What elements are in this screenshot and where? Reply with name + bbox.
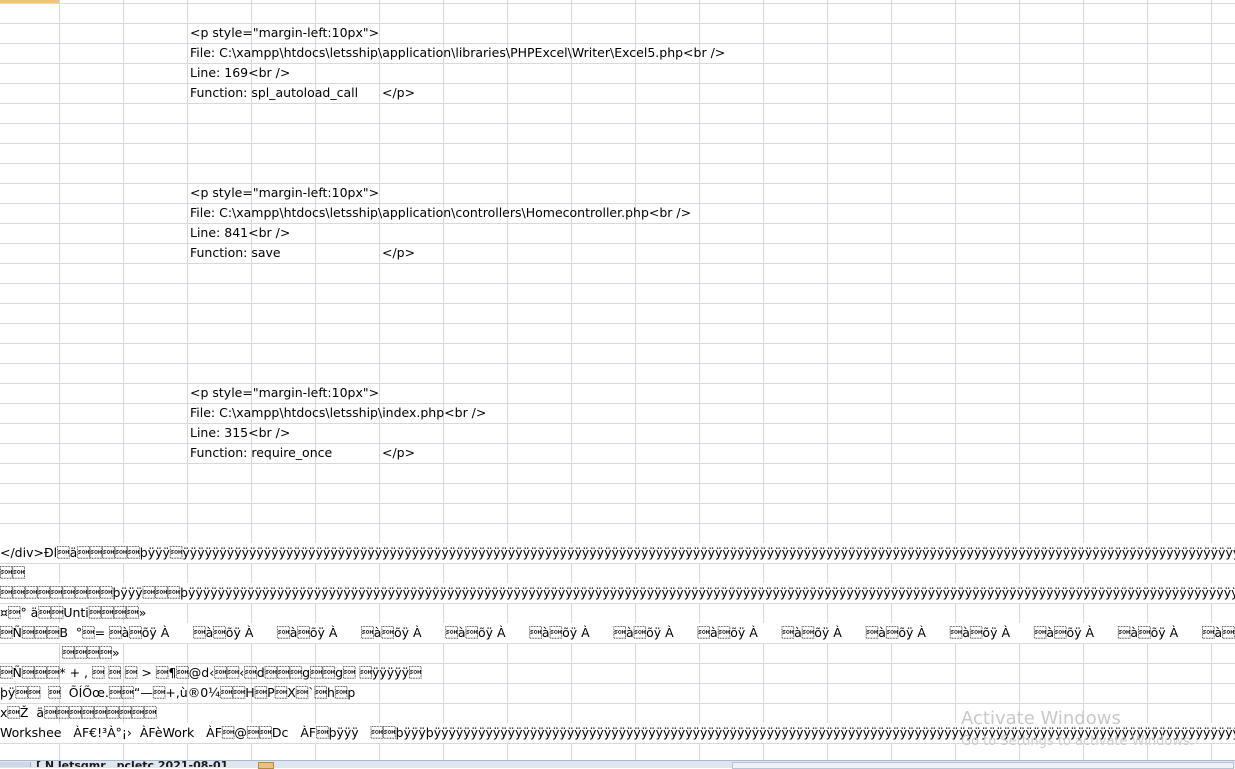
cell-p-close-3[interactable]: </p> (382, 443, 415, 463)
horizontal-scrollbar[interactable] (732, 762, 1234, 769)
tab-scroll-buttons[interactable] (0, 762, 31, 767)
cell-function-1[interactable]: Function: spl_autoload_call (190, 83, 358, 103)
garbled-row[interactable]: » (62, 643, 1235, 663)
cell-p-open-3[interactable]: <p style="margin-left:10px"> (190, 383, 379, 403)
cell-line-2[interactable]: Line: 841<br /> (190, 223, 290, 243)
cell-p-close-2[interactable]: </p> (382, 243, 415, 263)
cell-p-open-1[interactable]: <p style="margin-left:10px"> (190, 23, 379, 43)
garbled-row[interactable]:  (0, 563, 1235, 583)
tab-split-handle[interactable] (258, 762, 274, 769)
cell-file-2[interactable]: File: C:\xampp\htdocs\letsship\applicati… (190, 203, 691, 223)
active-cell-marker (0, 0, 59, 3)
cell-file-1[interactable]: File: C:\xampp\htdocs\letsship\applicati… (190, 43, 725, 63)
garbled-row[interactable]: ¤° äUnti» (0, 603, 1235, 623)
garbled-row[interactable]: ÑB °= àõÿ À àõÿ À àõÿ À àõÿ… (0, 623, 1235, 643)
sheet-tab[interactable]: [ N letsgmr...pcletc 2021-08-01 (36, 760, 228, 767)
worksheet-grid[interactable]: <p style="margin-left:10px"> File: C:\xa… (0, 0, 1235, 760)
garbled-row[interactable]: þÿ  ÕÍÕœ.“—+,ù®0¼HPX`hp (0, 683, 1235, 703)
cell-function-3[interactable]: Function: require_once (190, 443, 332, 463)
cell-p-close-1[interactable]: </p> (382, 83, 415, 103)
activate-windows-title: Activate Windows (961, 708, 1121, 729)
cell-function-2[interactable]: Function: save (190, 243, 281, 263)
cell-line-3[interactable]: Line: 315<br /> (190, 423, 290, 443)
cell-file-3[interactable]: File: C:\xampp\htdocs\letsship\index.php… (190, 403, 486, 423)
activate-windows-subtitle: Go to Settings to activate Windows. (961, 734, 1194, 749)
garbled-row[interactable]: </div>Ðläþÿÿÿÿÿÿÿÿÿÿÿÿÿÿÿÿÿÿÿÿÿÿÿ… (0, 543, 1235, 563)
cell-line-1[interactable]: Line: 169<br /> (190, 63, 290, 83)
cell-p-open-2[interactable]: <p style="margin-left:10px"> (190, 183, 379, 203)
garbled-row[interactable]: Ñ* + ,    > ¶@d‹‹dgg … (0, 663, 1235, 683)
garbled-row[interactable]: þÿÿÿþÿÿÿÿÿÿÿÿÿÿÿÿÿÿÿÿÿÿÿÿÿÿÿ… (0, 583, 1235, 603)
